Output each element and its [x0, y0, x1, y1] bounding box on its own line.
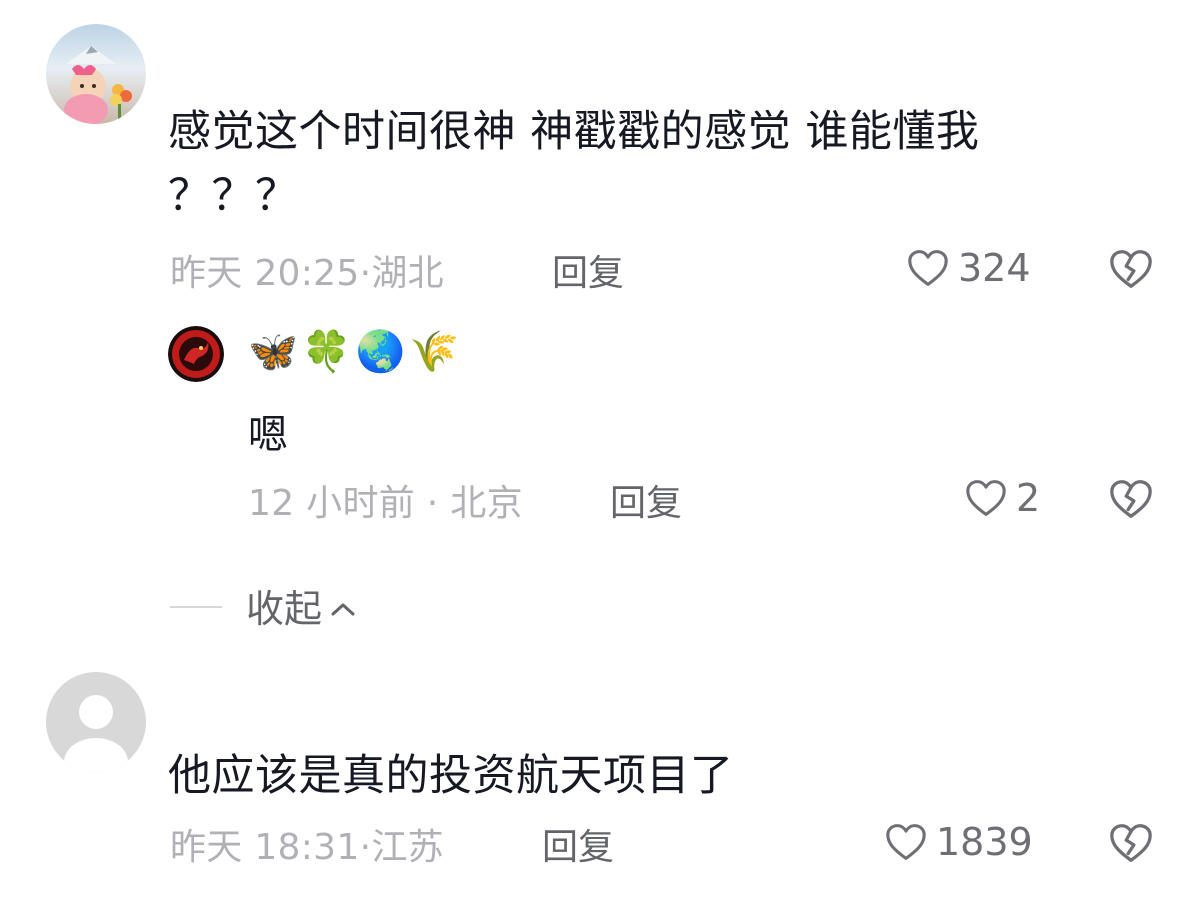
like-count: 1839 — [936, 820, 1033, 864]
heart-outline-icon — [906, 248, 950, 288]
broken-heart-icon — [1108, 247, 1154, 291]
reply-button[interactable]: 回复 — [610, 474, 682, 526]
collapse-divider — [170, 606, 222, 608]
broken-heart-icon — [1108, 821, 1154, 865]
like-button[interactable]: 1839 — [884, 820, 1033, 864]
chevron-up-icon — [328, 584, 358, 628]
collapse-replies-button[interactable]: 收起 — [246, 578, 358, 633]
broken-heart-icon — [1108, 477, 1154, 521]
avatar[interactable] — [46, 24, 146, 124]
heart-outline-icon — [964, 478, 1008, 518]
dislike-button[interactable] — [1108, 821, 1154, 865]
like-button[interactable]: 2 — [964, 476, 1040, 520]
comment-meta: 昨天 18:31·江苏 — [170, 827, 444, 868]
reply-avatar[interactable] — [168, 326, 224, 382]
like-button[interactable]: 324 — [906, 246, 1031, 290]
reply-text: 嗯 — [248, 412, 288, 458]
reply-button[interactable]: 回复 — [542, 818, 614, 870]
heart-outline-icon — [884, 822, 928, 862]
reply-meta: 12 小时前 · 北京 — [248, 483, 523, 524]
comment-text: 他应该是真的投资航天项目了 — [168, 751, 734, 801]
like-count: 324 — [958, 246, 1031, 290]
collapse-label: 收起 — [246, 587, 323, 631]
avatar[interactable] — [46, 672, 146, 772]
dislike-button[interactable] — [1108, 477, 1154, 521]
reply-button[interactable]: 回复 — [552, 244, 624, 296]
comment-meta: 昨天 20:25·湖北 — [170, 253, 444, 294]
comment-text: 感觉这个时间很神 神戳戳的感觉 谁能懂我 ？？？ — [168, 107, 980, 221]
like-count: 2 — [1016, 476, 1041, 520]
reply-username[interactable]: 🦋🍀🌏🌾 — [248, 320, 463, 384]
dislike-button[interactable] — [1108, 247, 1154, 291]
